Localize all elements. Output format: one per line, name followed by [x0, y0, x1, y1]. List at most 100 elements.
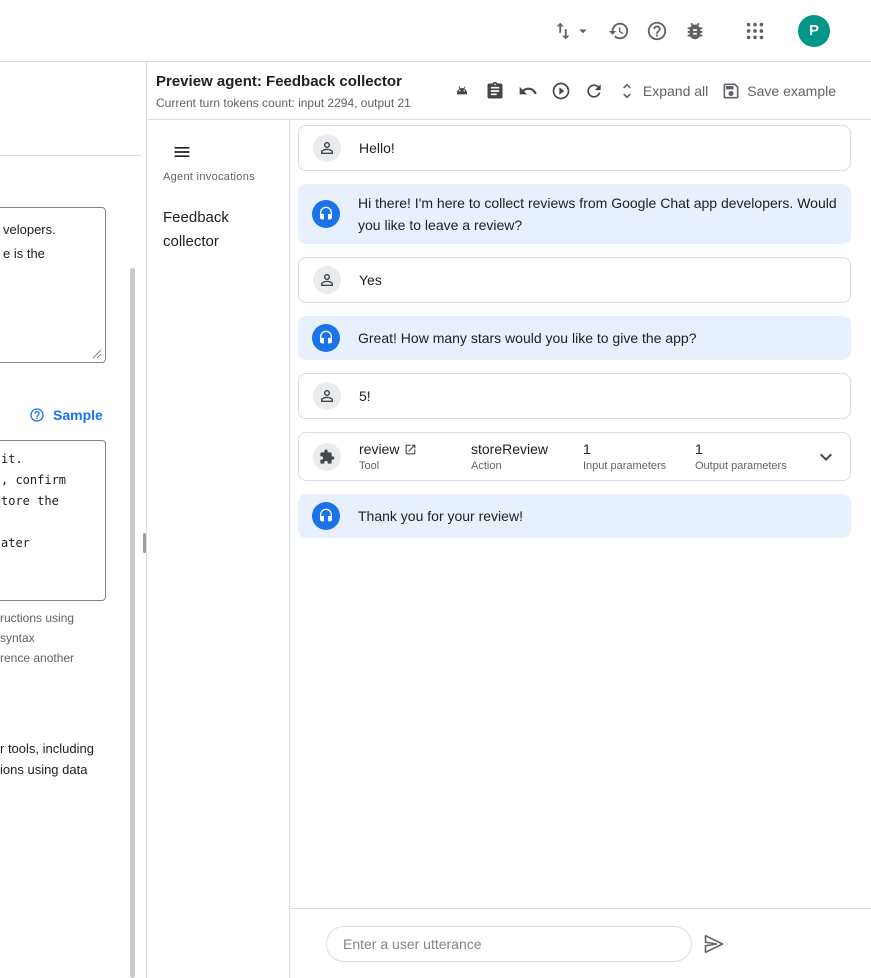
message-text: Yes [359, 269, 382, 291]
tools-description-text: r tools, including ions using data [0, 738, 94, 780]
expand-all-label: Expand all [643, 83, 708, 99]
extension-icon [319, 449, 335, 465]
code-line: tore the [1, 491, 99, 512]
save-icon [721, 81, 741, 101]
output-label: Output parameters [695, 460, 807, 472]
send-icon [702, 932, 726, 956]
action-column: storeReview Action [471, 441, 583, 472]
chat-message-user: Yes [298, 257, 851, 303]
section-divider [0, 155, 141, 156]
person-icon [318, 387, 336, 405]
nav-section-label: Agent invocations [163, 171, 255, 183]
input-count: 1 [583, 441, 591, 457]
chat-message-user: 5! [298, 373, 851, 419]
history-icon [608, 20, 630, 42]
code-line: ater [1, 533, 99, 554]
action-label: Action [471, 460, 583, 472]
action-name: storeReview [471, 441, 548, 457]
input-label: Input parameters [583, 460, 695, 472]
left-panel-scrollbar[interactable] [130, 268, 135, 978]
agent-avatar [312, 200, 340, 228]
run-button[interactable] [551, 81, 571, 101]
expand-tool-row-button[interactable] [814, 445, 838, 469]
tool-avatar [313, 443, 341, 471]
goal-textarea[interactable]: velopers. e is the [0, 207, 106, 363]
unfold-more-icon [617, 81, 637, 101]
undo-button[interactable] [518, 81, 538, 101]
chat-panel: Hello! Hi there! I'm here to collect rev… [290, 120, 871, 978]
panel-resize-handle[interactable] [143, 533, 146, 553]
chat-message-agent: Hi there! I'm here to collect reviews fr… [298, 184, 851, 244]
composer-bar [290, 908, 871, 978]
output-count: 1 [695, 441, 703, 457]
headset-icon [318, 508, 334, 524]
utterance-input[interactable] [326, 926, 692, 962]
textarea-line: e is the [3, 242, 97, 266]
chat-message-agent: Thank you for your review! [298, 494, 851, 538]
person-icon [318, 271, 336, 289]
message-text: Hi there! I'm here to collect reviews fr… [358, 192, 839, 236]
output-params-column: 1 Output parameters [695, 441, 807, 472]
message-text: 5! [359, 385, 371, 407]
sample-link[interactable]: Sample [23, 406, 109, 424]
headset-icon [318, 330, 334, 346]
preview-actions: Expand all Save example [452, 62, 871, 119]
user-avatar [313, 134, 341, 162]
textarea-line: velopers. [3, 218, 97, 242]
tool-label: Tool [359, 460, 471, 472]
menu-button[interactable] [172, 142, 192, 162]
restart-button[interactable] [584, 81, 604, 101]
person-icon [318, 139, 336, 157]
tool-name[interactable]: review [359, 441, 399, 457]
agent-avatar [312, 324, 340, 352]
agent-settings-panel: velopers. e is the Sample it. , confirm … [0, 62, 147, 978]
input-params-column: 1 Input parameters [583, 441, 695, 472]
android-icon [452, 81, 472, 101]
swap-vert-icon [552, 20, 574, 42]
instructions-code-editor[interactable]: it. , confirm tore the ater [0, 440, 106, 601]
refresh-icon [584, 81, 604, 101]
android-preview-button[interactable] [452, 81, 472, 101]
help-icon [646, 20, 668, 42]
nav-item-feedback-collector[interactable]: Feedback collector [163, 206, 275, 254]
message-text: Thank you for your review! [358, 505, 523, 527]
user-avatar [313, 382, 341, 410]
play-circle-icon [551, 81, 571, 101]
preview-title: Preview agent: Feedback collector [156, 73, 402, 90]
chevron-down-icon [814, 445, 838, 469]
tool-name-column: review Tool [359, 441, 471, 472]
expand-all-button[interactable]: Expand all [617, 81, 708, 101]
save-example-button[interactable]: Save example [721, 81, 836, 101]
global-topbar: P [0, 0, 871, 62]
help-icon [29, 407, 45, 423]
chat-transcript: Hello! Hi there! I'm here to collect rev… [290, 120, 871, 908]
message-text: Hello! [359, 137, 395, 159]
bug-report-icon [684, 20, 706, 42]
clipboard-icon [485, 81, 505, 101]
undo-icon [518, 81, 538, 101]
app-window: P velopers. e is the Sample it. , confir… [0, 0, 871, 978]
code-line: , confirm [1, 470, 99, 491]
instructions-hint-text: ructions using syntax rence another [0, 608, 74, 668]
send-button[interactable] [702, 932, 726, 956]
account-avatar[interactable]: P [798, 15, 830, 47]
code-line [1, 512, 99, 533]
hamburger-menu-icon [172, 142, 192, 162]
tool-invocation-row[interactable]: review Tool storeReview Action 1 Input p… [298, 432, 851, 481]
chat-message-agent: Great! How many stars would you like to … [298, 316, 851, 360]
invocations-nav-panel: Agent invocations Feedback collector [148, 120, 290, 978]
save-example-label: Save example [747, 83, 836, 99]
headset-icon [318, 206, 334, 222]
bug-report-button[interactable] [684, 20, 706, 42]
chat-message-user: Hello! [298, 125, 851, 171]
swap-vert-dropdown-button[interactable] [552, 20, 592, 42]
message-text: Great! How many stars would you like to … [358, 327, 697, 349]
history-button[interactable] [608, 20, 630, 42]
token-count-text: Current turn tokens count: input 2294, o… [156, 96, 411, 110]
help-button[interactable] [646, 20, 668, 42]
resize-handle-icon[interactable] [92, 349, 102, 359]
transcript-button[interactable] [485, 81, 505, 101]
open-in-new-icon[interactable] [404, 443, 417, 456]
apps-grid-icon [744, 20, 766, 42]
apps-grid-button[interactable] [744, 20, 766, 42]
